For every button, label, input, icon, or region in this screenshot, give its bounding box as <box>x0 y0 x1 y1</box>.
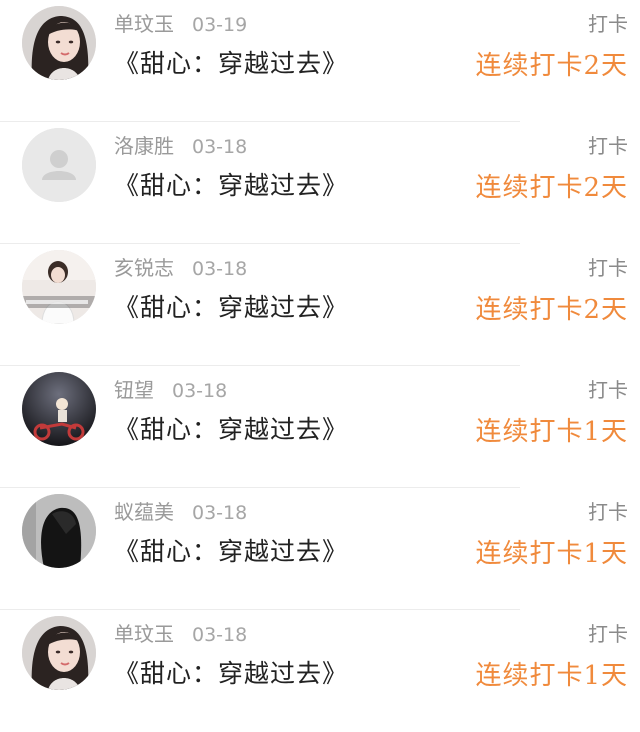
checkin-date: 03-18 <box>192 624 248 646</box>
checkin-list: 单玟玉 03-19 打卡 《甜心：穿越过去》 连续打卡2天 洛康胜 03-18 打卡… <box>0 0 640 732</box>
avatar[interactable] <box>22 128 96 202</box>
streak-text: 连续打卡1天 <box>475 539 628 569</box>
checkin-label: 打卡 <box>588 256 628 280</box>
user-name[interactable]: 单玟玉 <box>114 622 174 646</box>
user-meta: 蚁蕴美 03-18 <box>114 496 247 525</box>
user-name[interactable]: 亥锐志 <box>114 256 174 280</box>
checkin-label: 打卡 <box>588 134 628 158</box>
streak-text: 连续打卡1天 <box>475 417 628 447</box>
user-meta: 单玟玉 03-18 <box>114 618 247 647</box>
user-meta: 单玟玉 03-19 <box>114 8 247 37</box>
streak-text: 连续打卡2天 <box>475 173 628 203</box>
checkin-date: 03-18 <box>192 136 248 158</box>
checkin-label: 打卡 <box>588 622 628 646</box>
checkin-row[interactable]: 单玟玉 03-19 打卡 《甜心：穿越过去》 连续打卡2天 <box>0 0 640 122</box>
avatar-photo-girl-white-dress-icon <box>22 250 96 324</box>
avatar-photo-child-bicycle-icon <box>22 372 96 446</box>
avatar-photo-woman-long-hair-icon <box>22 616 96 690</box>
checkin-row[interactable]: 单玟玉 03-18 打卡 《甜心：穿越过去》 连续打卡1天 <box>0 610 640 732</box>
checkin-row[interactable]: 蚁蕴美 03-18 打卡 《甜心：穿越过去》 连续打卡1天 <box>0 488 640 610</box>
user-name[interactable]: 钮望 <box>114 378 154 402</box>
user-meta: 亥锐志 03-18 <box>114 252 247 281</box>
user-meta: 洛康胜 03-18 <box>114 130 247 159</box>
checkin-label: 打卡 <box>588 12 628 36</box>
book-title[interactable]: 《甜心：穿越过去》 <box>114 654 348 690</box>
user-name[interactable]: 洛康胜 <box>114 134 174 158</box>
checkin-row[interactable]: 钮望 03-18 打卡 《甜心：穿越过去》 连续打卡1天 <box>0 366 640 488</box>
user-name[interactable]: 单玟玉 <box>114 12 174 36</box>
checkin-row[interactable]: 洛康胜 03-18 打卡 《甜心：穿越过去》 连续打卡2天 <box>0 122 640 244</box>
streak-text: 连续打卡1天 <box>475 661 628 691</box>
avatar[interactable] <box>22 372 96 446</box>
streak-text: 连续打卡2天 <box>475 51 628 81</box>
avatar[interactable] <box>22 616 96 690</box>
avatar[interactable] <box>22 494 96 568</box>
book-title[interactable]: 《甜心：穿越过去》 <box>114 410 348 446</box>
checkin-date: 03-18 <box>172 380 228 402</box>
avatar[interactable] <box>22 6 96 80</box>
book-title[interactable]: 《甜心：穿越过去》 <box>114 288 348 324</box>
checkin-label: 打卡 <box>588 378 628 402</box>
book-title[interactable]: 《甜心：穿越过去》 <box>114 532 348 568</box>
streak-text: 连续打卡2天 <box>475 295 628 325</box>
avatar-photo-woman-long-hair-icon <box>22 6 96 80</box>
checkin-date: 03-18 <box>192 258 248 280</box>
checkin-date: 03-18 <box>192 502 248 524</box>
checkin-row[interactable]: 亥锐志 03-18 打卡 《甜心：穿越过去》 连续打卡2天 <box>0 244 640 366</box>
book-title[interactable]: 《甜心：穿越过去》 <box>114 166 348 202</box>
avatar-placeholder-person-icon <box>22 128 96 202</box>
user-name[interactable]: 蚁蕴美 <box>114 500 174 524</box>
checkin-label: 打卡 <box>588 500 628 524</box>
avatar[interactable] <box>22 250 96 324</box>
checkin-date: 03-19 <box>192 14 248 36</box>
book-title[interactable]: 《甜心：穿越过去》 <box>114 44 348 80</box>
user-meta: 钮望 03-18 <box>114 374 227 403</box>
avatar-photo-dark-hair-icon <box>22 494 96 568</box>
